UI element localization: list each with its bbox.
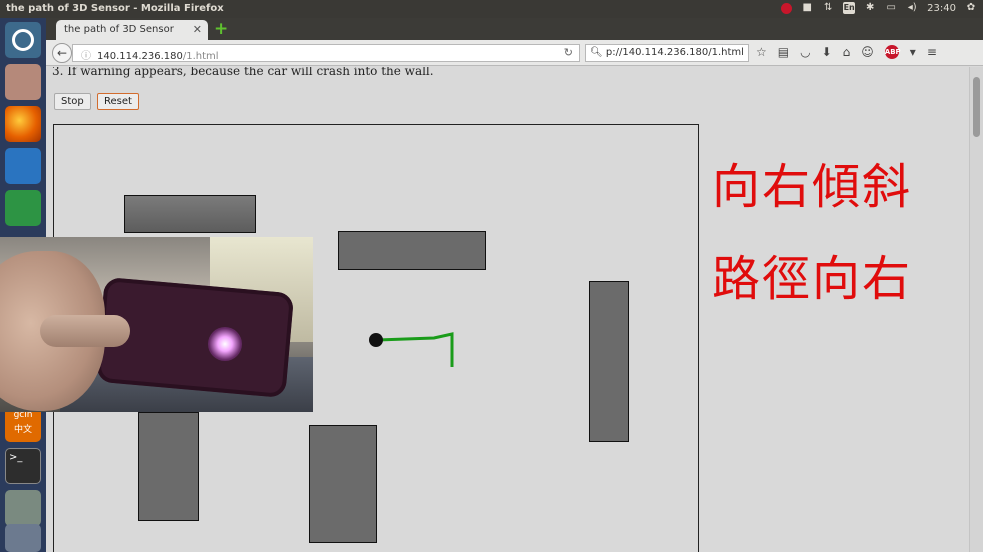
stop-button[interactable]: Stop xyxy=(54,93,91,110)
gear-icon[interactable]: ✿ xyxy=(965,2,977,14)
scrollbar[interactable] xyxy=(969,67,983,552)
car-path-line xyxy=(375,332,454,367)
close-icon[interactable]: ✕ xyxy=(193,23,202,36)
disk-icon[interactable] xyxy=(5,490,41,526)
battery-icon[interactable]: ▭ xyxy=(885,2,897,14)
camera-indicator-icon[interactable]: ■ xyxy=(801,2,813,14)
ime-lang: 中文 xyxy=(13,425,32,435)
toolbar-icons: ☆ ▤ ◡ ⬇ ⌂ ☺ ABP ▾ ≡ xyxy=(756,45,937,59)
network-icon[interactable]: ⇅ xyxy=(822,2,834,14)
menu-icon[interactable]: ≡ xyxy=(927,45,937,59)
pocket-icon[interactable]: ◡ xyxy=(800,45,810,59)
files-icon[interactable] xyxy=(5,64,41,100)
dash-home-icon[interactable] xyxy=(5,22,41,58)
car-marker xyxy=(369,333,383,347)
trash-icon[interactable] xyxy=(5,524,41,552)
reload-icon[interactable]: ↻ xyxy=(564,46,573,59)
search-input[interactable]: 🔍︎ p://140.114.236.180/1.html xyxy=(585,44,749,62)
tab-bar: the path of 3D Sensor ✕ + xyxy=(46,18,983,40)
camera-feed xyxy=(0,237,313,412)
firefox-icon[interactable] xyxy=(5,106,41,142)
camera-led xyxy=(208,327,242,361)
window-title: the path of 3D Sensor - Mozilla Firefox xyxy=(6,3,224,14)
terminal-icon[interactable]: >_ xyxy=(5,448,41,484)
download-icon[interactable]: ⬇ xyxy=(822,45,832,59)
warning-text: 3. If warning appears, because the car w… xyxy=(52,67,434,78)
camera-finger xyxy=(40,315,130,347)
nav-bar: ← ⓘ 140.114.236.180/1.html ↻ 🔍︎ p://140.1… xyxy=(46,40,983,66)
search-icon: 🔍︎ xyxy=(590,47,603,58)
record-icon[interactable] xyxy=(781,2,793,14)
scroll-thumb[interactable] xyxy=(973,77,980,137)
url-host: 140.114.236.180 xyxy=(97,51,183,62)
search-text: p://140.114.236.180/1.html xyxy=(605,47,744,58)
top-panel: the path of 3D Sensor - Mozilla Firefox … xyxy=(0,0,983,18)
terminal-prompt: >_ xyxy=(9,452,23,463)
writer-icon[interactable] xyxy=(5,148,41,184)
system-tray: ■ ⇅ En ✱ ▭ ◂) 23:40 ✿ xyxy=(781,2,977,14)
calc-icon[interactable] xyxy=(5,190,41,226)
url-path: /1.html xyxy=(182,51,219,62)
tab-title: the path of 3D Sensor xyxy=(64,24,174,35)
reset-button[interactable]: Reset xyxy=(97,93,139,110)
adblock-icon[interactable]: ABP xyxy=(884,45,901,59)
clock[interactable]: 23:40 xyxy=(927,3,956,14)
tilt-status: 向右傾斜 xyxy=(712,159,913,215)
bluetooth-icon[interactable]: ✱ xyxy=(864,2,876,14)
chat-icon[interactable]: ☺ xyxy=(861,45,874,59)
info-icon[interactable]: ⓘ xyxy=(81,51,91,62)
keyboard-layout-icon[interactable]: En xyxy=(843,2,856,14)
volume-icon[interactable]: ◂) xyxy=(906,2,918,14)
home-icon[interactable]: ⌂ xyxy=(843,45,851,59)
back-button[interactable]: ← xyxy=(52,43,72,63)
dropdown-icon[interactable]: ▾ xyxy=(910,45,916,59)
reading-list-icon[interactable]: ▤ xyxy=(778,45,789,59)
new-tab-icon[interactable]: + xyxy=(214,19,228,39)
bookmark-star-icon[interactable]: ☆ xyxy=(756,45,767,59)
path-status: 路徑向右 xyxy=(712,251,913,307)
tab-active[interactable]: the path of 3D Sensor ✕ xyxy=(56,20,208,40)
url-bar[interactable]: ⓘ 140.114.236.180/1.html ↻ xyxy=(72,44,580,62)
